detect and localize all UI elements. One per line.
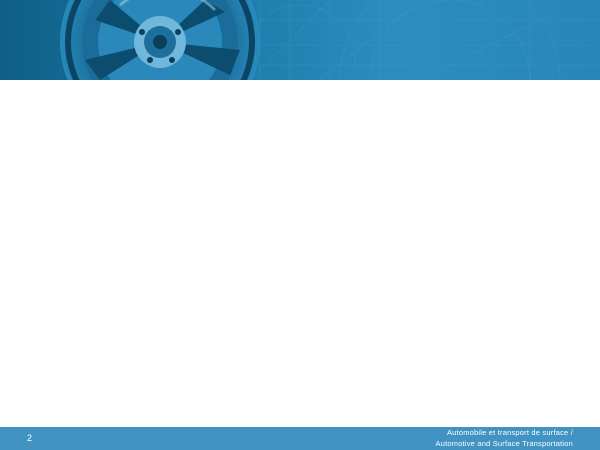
slide: 2 Automobile et transport de surface / A… xyxy=(0,0,600,450)
wheel-rim-icon xyxy=(60,0,600,80)
footer-bar: 2 Automobile et transport de surface / A… xyxy=(0,427,600,450)
slide-content-area xyxy=(0,80,600,427)
footer-caption-line-1: Automobile et transport de surface / xyxy=(446,428,573,437)
footer-caption-line-2: Automotive and Surface Transportation xyxy=(435,439,573,448)
header-banner xyxy=(0,0,600,80)
page-number: 2 xyxy=(27,433,33,443)
footer-caption: Automobile et transport de surface / Aut… xyxy=(313,427,573,449)
